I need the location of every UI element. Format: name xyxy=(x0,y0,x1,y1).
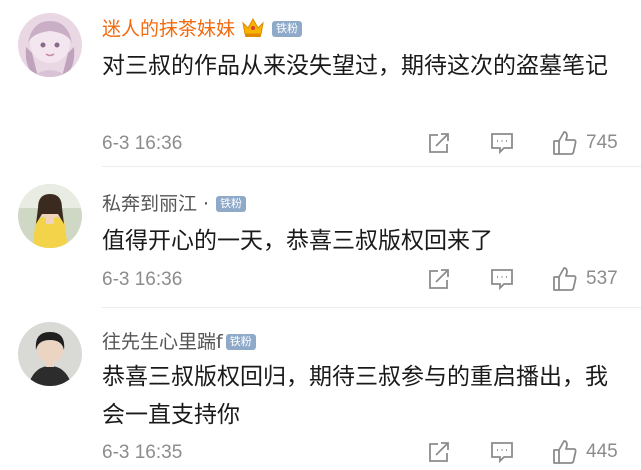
thumbs-up-icon xyxy=(551,129,579,157)
separator-dot: · xyxy=(203,193,210,215)
timestamp: 6-3 16:35 xyxy=(102,442,183,463)
like-button[interactable]: 745 xyxy=(551,129,618,157)
like-button[interactable]: 537 xyxy=(551,265,618,293)
comment-icon xyxy=(489,131,515,155)
crown-icon xyxy=(241,16,265,42)
comment-text: 值得开心的一天，恭喜三叔版权回来了 xyxy=(102,228,493,254)
comment-icon xyxy=(489,440,515,464)
fan-badge: 铁粉 xyxy=(216,196,247,212)
comment-item: 往先生心里踹f 铁粉 恭喜三叔版权回归，期待三叔参与的重启播出，我会一直支持你 … xyxy=(0,308,641,470)
share-button[interactable] xyxy=(427,267,451,291)
like-count: 745 xyxy=(586,132,618,153)
share-button[interactable] xyxy=(427,131,451,155)
share-icon xyxy=(427,440,451,464)
avatar[interactable] xyxy=(18,13,82,77)
like-count: 445 xyxy=(586,441,618,462)
comment-item: 私奔到丽江 · 铁粉 值得开心的一天，恭喜三叔版权回来了 6-3 16:36 5… xyxy=(0,167,641,307)
username[interactable]: 迷人的抹茶妹妹 xyxy=(102,17,235,41)
username[interactable]: 往先生心里踹f xyxy=(102,330,223,354)
comment-text: 恭喜三叔版权回归，期待三叔参与的重启播出，我会一直支持你 xyxy=(102,364,608,428)
avatar[interactable] xyxy=(18,184,82,248)
comment-item: 迷人的抹茶妹妹 铁粉 对三叔的作品从来没失望过，期待这次的盗墓笔记 6-3 16… xyxy=(0,0,641,160)
like-count: 537 xyxy=(586,268,618,289)
share-icon xyxy=(427,131,451,155)
thumbs-up-icon xyxy=(551,265,579,293)
comment-icon xyxy=(489,267,515,291)
avatar[interactable] xyxy=(18,322,82,386)
fan-badge: 铁粉 xyxy=(225,334,256,350)
share-icon xyxy=(427,267,451,291)
timestamp: 6-3 16:36 xyxy=(102,269,183,290)
username[interactable]: 私奔到丽江 xyxy=(102,192,197,216)
like-button[interactable]: 445 xyxy=(551,438,618,466)
comment-button[interactable] xyxy=(489,440,515,464)
comment-text: 对三叔的作品从来没失望过，期待这次的盗墓笔记 xyxy=(102,53,608,79)
fan-badge: 铁粉 xyxy=(272,21,303,37)
timestamp: 6-3 16:36 xyxy=(102,133,183,154)
share-button[interactable] xyxy=(427,440,451,464)
thumbs-up-icon xyxy=(551,438,579,466)
comment-button[interactable] xyxy=(489,267,515,291)
comment-button[interactable] xyxy=(489,131,515,155)
